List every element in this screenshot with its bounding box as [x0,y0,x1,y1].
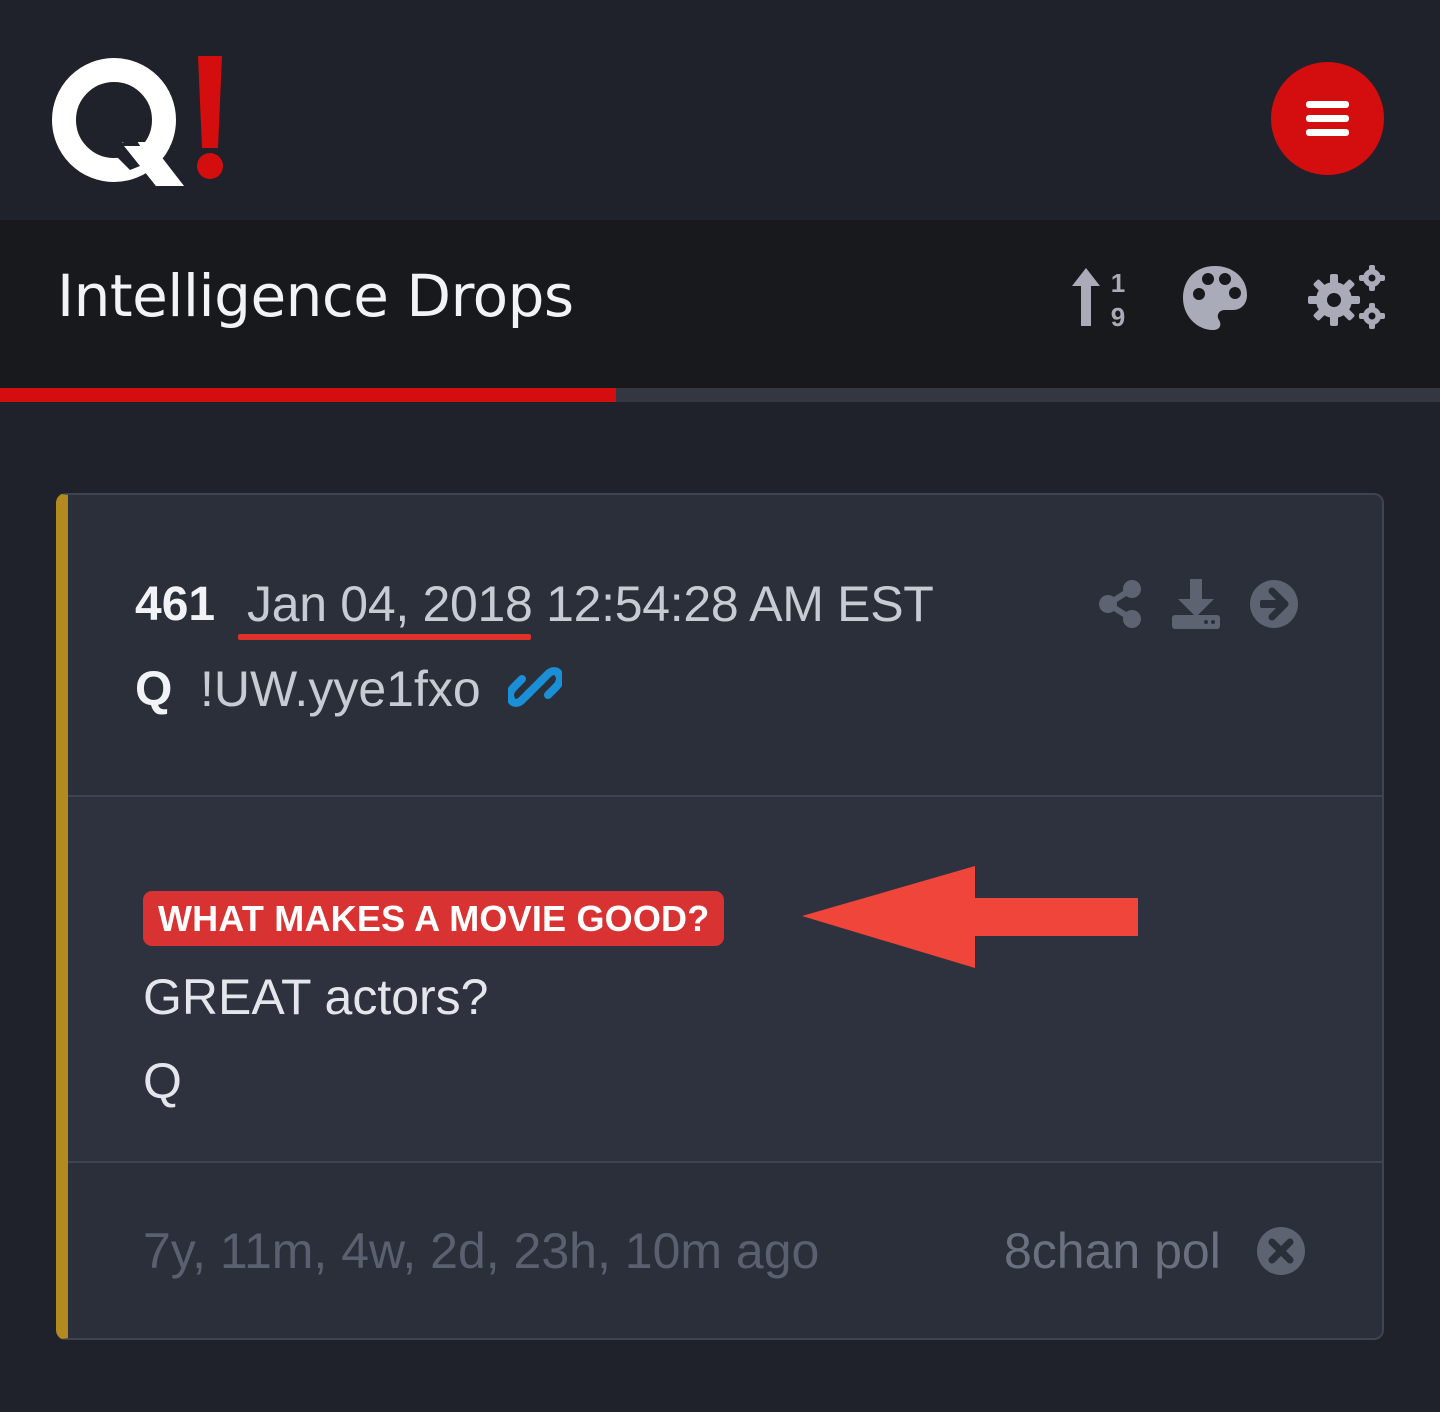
drop-number[interactable]: 461 [135,575,215,635]
body-text-signature: Q [143,1053,182,1109]
drop-header [68,495,1382,797]
date-underline-annotation [238,634,531,640]
svg-text:9: 9 [1111,302,1125,332]
page-title: Intelligence Drops [57,262,574,330]
svg-text:1: 1 [1111,268,1125,298]
link-icon[interactable] [508,662,562,712]
author-name: Q [135,663,173,716]
q-logo-icon[interactable] [52,50,232,190]
app-header [0,0,1440,220]
time-ago: 7y, 11m, 4w, 2d, 23h, 10m ago [143,1223,820,1279]
subject-badge: WHAT MAKES A MOVIE GOOD? [143,891,725,946]
close-circle-icon[interactable] [1256,1226,1306,1276]
sort-numeric-icon[interactable]: 1 9 [1070,262,1132,334]
arrow-left-annotation-icon [802,866,1138,968]
arrow-right-circle-icon[interactable] [1249,579,1299,629]
scroll-progress-fill [0,388,617,402]
palette-icon[interactable] [1180,262,1250,334]
tripcode: !UW.yye1fxo [200,661,481,717]
body-text-line: GREAT actors? [143,969,489,1025]
source-label[interactable]: 8chan pol [1004,1220,1221,1282]
menu-button[interactable] [1271,62,1384,175]
download-icon[interactable] [1170,577,1222,631]
scroll-progress-bar [0,388,1440,402]
drop-date[interactable]: Jan 04, 2018 12:54:28 AM EST [247,573,934,635]
share-icon[interactable] [1096,579,1144,629]
settings-cogs-icon[interactable] [1304,262,1388,334]
